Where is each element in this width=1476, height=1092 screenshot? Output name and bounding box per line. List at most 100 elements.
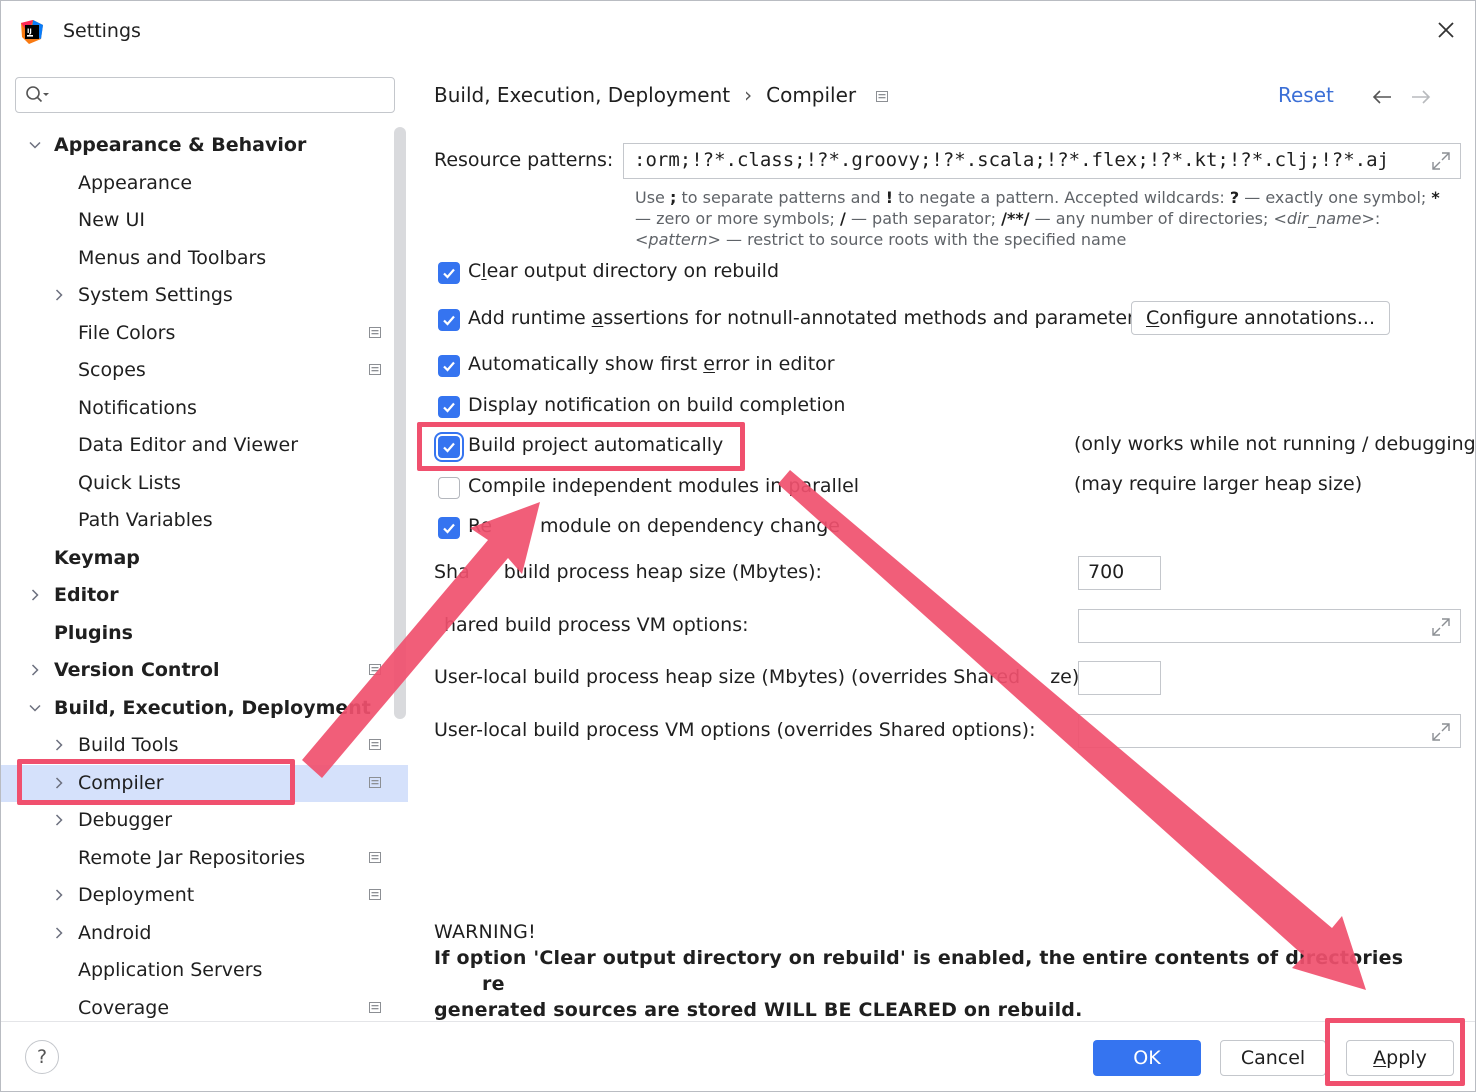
chevron-right-icon[interactable] [29,664,41,676]
compile-parallel-note: (may require larger heap size) [1074,473,1363,495]
check-icon [443,442,455,453]
chevron-right-icon[interactable] [53,889,65,901]
sidebar-item[interactable]: Editor [1,577,408,614]
reset-link[interactable]: Reset [1278,83,1334,107]
apply-button[interactable]: Apply [1346,1040,1454,1076]
shared-vm-label: hared build process VM options: [444,614,749,636]
breadcrumb-parent: Build, Execution, Deployment [434,83,731,107]
rebuild-module-label: Re module on dependency change [468,515,840,537]
chevron-down-icon[interactable] [29,139,41,151]
project-level-icon [876,91,888,102]
check-icon [443,315,455,326]
sidebar-item[interactable]: Menus and Toolbars [1,240,408,277]
sidebar-item-label: Keymap [54,546,140,569]
compile-parallel-checkbox[interactable] [438,477,460,499]
sidebar-item-label: Android [78,921,152,944]
show-first-error-checkbox[interactable] [438,355,460,377]
sidebar-item[interactable]: New UI [1,202,408,239]
expand-icon[interactable] [1430,150,1452,172]
runtime-assertions-checkbox[interactable] [438,309,460,331]
shared-vm-input[interactable] [1078,609,1461,643]
sidebar-item-label: Notifications [78,396,197,419]
settings-window: IJ Settings Appearance & Behavior Appeara… [0,0,1476,1092]
arrow-forward-icon[interactable] [1410,87,1432,107]
project-level-icon [369,664,381,675]
sidebar-item-label: Scopes [78,359,146,381]
sidebar-item[interactable]: Appearance & Behavior [1,127,408,164]
sidebar-item-label: Data Editor and Viewer [78,434,299,456]
project-level-icon [369,326,381,338]
help-button[interactable]: ? [25,1040,59,1074]
chevron-right-icon[interactable] [53,926,65,939]
title-bar: IJ Settings [1,1,1475,63]
sidebar-item[interactable]: Build, Execution, Deployment [1,690,408,727]
compiler-settings-panel: Build, Execution, Deployment › Compiler Re… [408,63,1475,1021]
resource-patterns-field[interactable]: :orm;!?*.class;!?*.groovy;!?*.scala;!?*.… [623,143,1461,179]
search-icon [26,86,49,103]
sidebar-item-label: Appearance & Behavior [54,134,307,156]
sidebar-item[interactable]: Remote Jar Repositories [1,840,408,877]
resource-patterns-hint: Use ; to separate patterns and ! to nega… [635,188,1440,249]
window-title: Settings [63,20,141,42]
rebuild-module-checkbox[interactable] [438,517,460,539]
cancel-button[interactable]: Cancel [1220,1040,1326,1076]
sidebar-item[interactable]: Path Variables [1,502,408,539]
chevron-right-icon[interactable] [53,289,65,301]
sidebar-item[interactable]: Scopes [1,352,408,389]
ok-button[interactable]: OK [1093,1040,1201,1076]
sidebar-item-label: Application Servers [78,959,263,981]
build-automatically-note: (only works while not running / debuggin… [1074,433,1476,455]
arrow-back-icon[interactable] [1371,87,1393,107]
sidebar-item-label: Quick Lists [78,471,181,494]
sidebar-item[interactable]: Android [1,915,408,952]
project-level-icon [369,1001,381,1013]
sidebar-item[interactable]: Compiler [1,764,408,802]
breadcrumb-separator: › [744,83,753,107]
sidebar-item[interactable]: Notifications [1,390,408,427]
sidebar-item[interactable]: Debugger [1,802,408,839]
chevron-right-icon[interactable] [53,814,65,826]
project-level-icon [369,364,381,375]
shared-heap-input[interactable]: 700 [1078,556,1161,590]
clear-output-checkbox[interactable] [438,262,460,284]
sidebar-item-label: File Colors [78,321,176,344]
sidebar-item[interactable]: File Colors [1,315,408,352]
clear-output-label: Clear output directory on rebuild [468,260,780,282]
local-heap-label: User-local build process heap size (Mbyt… [434,666,1086,688]
sidebar-item[interactable]: Deployment [1,877,408,914]
svg-text:IJ: IJ [27,27,32,35]
sidebar-item[interactable]: Appearance [1,165,408,202]
close-icon[interactable] [1433,17,1459,43]
chevron-right-icon[interactable] [53,739,65,751]
sidebar-item-label: Version Control [54,659,220,681]
sidebar-item[interactable]: Quick Lists [1,465,408,502]
sidebar-item-label: Build Tools [78,734,179,756]
display-notification-checkbox[interactable] [438,396,460,418]
sidebar-item[interactable]: Data Editor and Viewer [1,427,408,464]
settings-search-input[interactable] [15,77,395,113]
sidebar-item[interactable]: Version Control [1,652,408,689]
warning-title: WARNING! [434,921,536,943]
sidebar-item[interactable]: System Settings [1,277,408,314]
check-icon [443,361,455,372]
settings-sidebar: Appearance & Behavior Appearance New UI Men… [1,63,408,1021]
sidebar-item-label: Deployment [78,884,195,906]
chevron-right-icon[interactable] [29,589,41,601]
resource-patterns-label: Resource patterns: [434,149,614,171]
build-automatically-checkbox[interactable] [438,436,460,458]
expand-icon[interactable] [1430,616,1452,638]
sidebar-scrollbar[interactable] [394,127,406,719]
expand-icon[interactable] [1430,721,1452,743]
check-icon [443,523,455,534]
configure-annotations-button[interactable]: Configure annotations... [1131,301,1390,335]
sidebar-item[interactable]: Keymap [1,540,408,577]
compile-parallel-label: Compile independent modules in parallel [468,475,860,497]
chevron-right-icon[interactable] [53,776,65,789]
sidebar-item[interactable]: Application Servers [1,952,408,989]
sidebar-item[interactable]: Build Tools [1,727,408,764]
sidebar-item[interactable]: Plugins [1,615,408,652]
local-vm-label: User-local build process VM options (ove… [434,719,1036,741]
local-heap-input[interactable] [1078,661,1161,695]
local-vm-input[interactable] [1078,714,1461,748]
chevron-down-icon[interactable] [29,702,41,714]
